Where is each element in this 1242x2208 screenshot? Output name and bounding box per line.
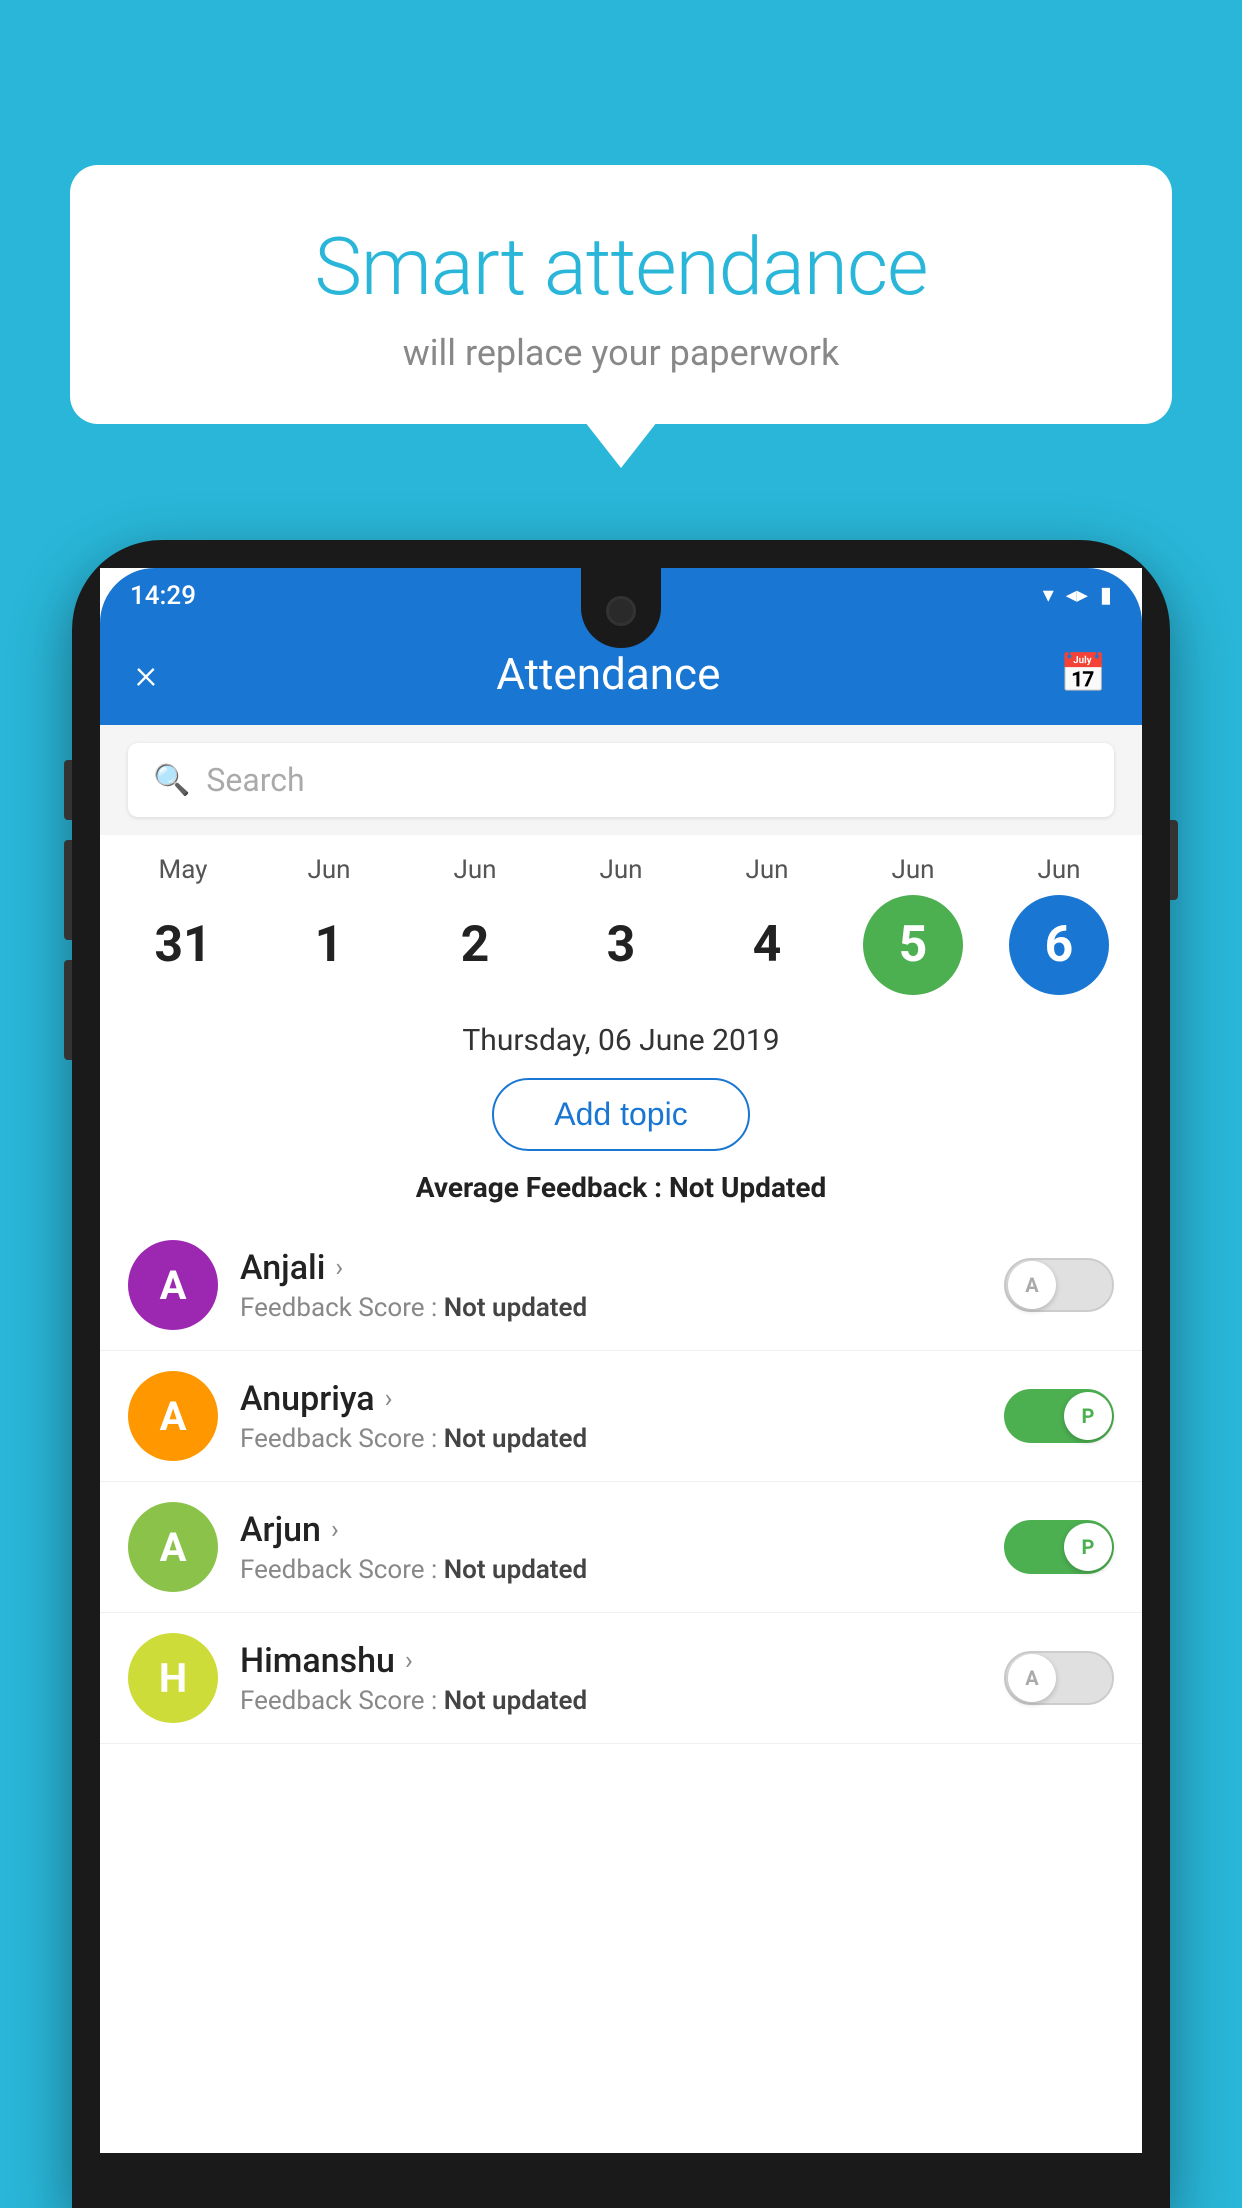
speech-bubble: Smart attendance will replace your paper… [70, 165, 1172, 424]
toggle-thumb: A [1008, 1261, 1056, 1309]
student-feedback: Feedback Score : Not updated [240, 1555, 982, 1585]
attendance-toggle-wrap: P [1004, 1389, 1114, 1443]
side-button-left-2 [64, 840, 72, 940]
status-time: 14:29 [130, 581, 196, 611]
student-feedback: Feedback Score : Not updated [240, 1686, 982, 1716]
student-item[interactable]: H Himanshu › Feedback Score : Not updated A [100, 1613, 1142, 1744]
header-title: Attendance [496, 648, 720, 700]
calendar-day[interactable]: Jun 6 [994, 855, 1124, 995]
calendar-strip: May 31 Jun 1 Jun 2 Jun 3 Jun 4 Jun 5 Jun 6 [100, 835, 1142, 1005]
app-screen: 14:29 ▾ ◂▸ ▮ × Attendance 📅 🔍 Search May… [100, 568, 1142, 2153]
calendar-icon[interactable]: 📅 [1060, 652, 1107, 696]
add-topic-button[interactable]: Add topic [492, 1078, 749, 1151]
student-name: Himanshu [240, 1641, 395, 1681]
chevron-right-icon: › [385, 1384, 393, 1414]
student-info: Arjun › Feedback Score : Not updated [240, 1510, 982, 1585]
avg-feedback-label: Average Feedback : [416, 1171, 669, 1204]
student-name: Anupriya [240, 1379, 375, 1419]
student-item[interactable]: A Arjun › Feedback Score : Not updated P [100, 1482, 1142, 1613]
cal-date-number[interactable]: 1 [279, 895, 379, 995]
search-input-wrap[interactable]: 🔍 Search [128, 743, 1114, 817]
cal-date-number[interactable]: 3 [571, 895, 671, 995]
add-topic-wrap: Add topic [100, 1066, 1142, 1163]
student-avatar: A [128, 1502, 218, 1592]
chevron-right-icon: › [405, 1646, 413, 1676]
avg-feedback-value: Not Updated [669, 1171, 826, 1204]
student-name-row: Anupriya › [240, 1379, 982, 1419]
side-button-left-1 [64, 760, 72, 820]
attendance-toggle-wrap: A [1004, 1651, 1114, 1705]
cal-date-number[interactable]: 4 [717, 895, 817, 995]
calendar-day[interactable]: May 31 [118, 855, 248, 995]
attendance-toggle[interactable]: A [1004, 1258, 1114, 1312]
cal-date-number[interactable]: 2 [425, 895, 525, 995]
calendar-day[interactable]: Jun 1 [264, 855, 394, 995]
student-name: Arjun [240, 1510, 321, 1550]
side-button-right [1170, 820, 1178, 900]
cal-month-label: Jun [891, 855, 934, 885]
cal-month-label: Jun [453, 855, 496, 885]
toggle-thumb: P [1064, 1523, 1112, 1571]
bubble-title: Smart attendance [130, 220, 1112, 314]
student-info: Anupriya › Feedback Score : Not updated [240, 1379, 982, 1454]
attendance-toggle[interactable]: A [1004, 1651, 1114, 1705]
student-name-row: Himanshu › [240, 1641, 982, 1681]
average-feedback: Average Feedback : Not Updated [100, 1163, 1142, 1220]
student-name: Anjali [240, 1248, 325, 1288]
search-icon: 🔍 [153, 763, 190, 798]
search-bar: 🔍 Search [100, 725, 1142, 835]
student-info: Anjali › Feedback Score : Not updated [240, 1248, 982, 1323]
student-avatar: H [128, 1633, 218, 1723]
cal-date-number[interactable]: 5 [863, 895, 963, 995]
close-button[interactable]: × [135, 650, 157, 699]
phone-frame: 14:29 ▾ ◂▸ ▮ × Attendance 📅 🔍 Search May… [72, 540, 1170, 2208]
cal-date-number[interactable]: 31 [133, 895, 233, 995]
phone-camera [606, 596, 636, 626]
calendar-day[interactable]: Jun 3 [556, 855, 686, 995]
phone-notch [581, 568, 661, 648]
chevron-right-icon: › [331, 1515, 339, 1545]
cal-month-label: May [159, 855, 208, 885]
calendar-day[interactable]: Jun 5 [848, 855, 978, 995]
student-avatar: A [128, 1371, 218, 1461]
student-list: AAnjali›Feedback Score : Not updatedAAAn… [100, 1220, 1142, 2153]
calendar-day[interactable]: Jun 2 [410, 855, 540, 995]
search-input[interactable]: Search [206, 761, 1089, 799]
attendance-toggle[interactable]: P [1004, 1520, 1114, 1574]
battery-icon: ▮ [1100, 583, 1112, 608]
cal-date-number[interactable]: 6 [1009, 895, 1109, 995]
chevron-right-icon: › [335, 1253, 343, 1283]
student-item[interactable]: A Anupriya › Feedback Score : Not updated P [100, 1351, 1142, 1482]
attendance-toggle-wrap: P [1004, 1520, 1114, 1574]
attendance-toggle[interactable]: P [1004, 1389, 1114, 1443]
toggle-thumb: A [1008, 1654, 1056, 1702]
cal-month-label: Jun [745, 855, 788, 885]
cal-month-label: Jun [599, 855, 642, 885]
student-name-row: Arjun › [240, 1510, 982, 1550]
cal-month-label: Jun [307, 855, 350, 885]
bubble-subtitle: will replace your paperwork [130, 332, 1112, 374]
student-name-row: Anjali › [240, 1248, 982, 1288]
student-feedback: Feedback Score : Not updated [240, 1424, 982, 1454]
cal-month-label: Jun [1037, 855, 1080, 885]
student-info: Himanshu › Feedback Score : Not updated [240, 1641, 982, 1716]
date-label: Thursday, 06 June 2019 [100, 1005, 1142, 1066]
student-feedback: Feedback Score : Not updated [240, 1293, 982, 1323]
side-button-left-3 [64, 960, 72, 1060]
attendance-toggle-wrap: A [1004, 1258, 1114, 1312]
calendar-day[interactable]: Jun 4 [702, 855, 832, 995]
toggle-thumb: P [1064, 1392, 1112, 1440]
status-icons: ▾ ◂▸ ▮ [1043, 583, 1112, 608]
wifi-icon: ▾ [1043, 583, 1054, 608]
signal-icon: ◂▸ [1066, 583, 1088, 608]
student-item[interactable]: A Anjali › Feedback Score : Not updated A [100, 1220, 1142, 1351]
student-avatar: A [128, 1240, 218, 1330]
